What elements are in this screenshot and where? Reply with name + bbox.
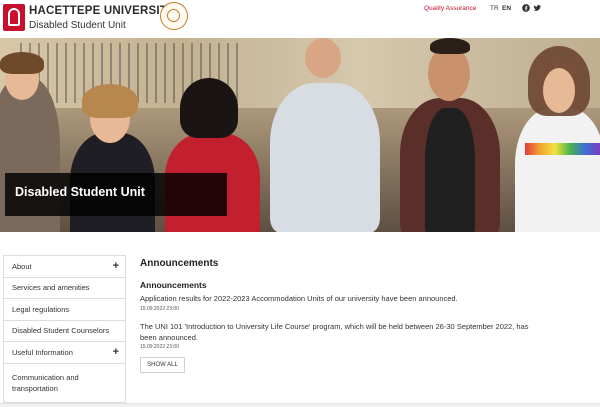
- unit-seal-logo: [160, 2, 188, 30]
- language-en-link[interactable]: EN: [502, 5, 511, 12]
- announcement-item[interactable]: Application results for 2022-2023 Accomm…: [140, 294, 540, 312]
- announcement-date: 15.09.2022 23:00: [140, 305, 179, 312]
- sidebar-item-about[interactable]: About +: [4, 256, 125, 278]
- section-title: Announcements: [140, 258, 219, 269]
- announcement-text[interactable]: The UNI 101 'Introduction to University …: [140, 322, 540, 343]
- hero-banner: Disabled Student Unit: [0, 38, 600, 232]
- announcement-item[interactable]: The UNI 101 'Introduction to University …: [140, 322, 540, 350]
- sidebar-item-label: Communication and transportation: [12, 372, 79, 393]
- sidebar-item-label: Services and amenities: [12, 283, 90, 293]
- facebook-icon[interactable]: [522, 4, 530, 12]
- sidebar-item-label: Disabled Student Counselors: [12, 326, 110, 336]
- footer-divider: [0, 403, 600, 407]
- sidebar-item-useful-info[interactable]: Useful Information +: [4, 342, 125, 364]
- announcements-subtitle[interactable]: Announcements: [140, 280, 207, 290]
- expand-icon[interactable]: +: [113, 346, 119, 358]
- sidebar-item-label: About: [12, 261, 32, 271]
- twitter-icon[interactable]: [533, 4, 541, 12]
- sidebar-item-label: Legal regulations: [12, 304, 70, 314]
- sidebar-nav: About + Services and amenities Legal reg…: [3, 255, 126, 403]
- sidebar-item-communication[interactable]: Communication and transportation: [4, 364, 125, 402]
- university-name[interactable]: HACETTEPE UNIVERSITY: [29, 5, 175, 17]
- hero-title: Disabled Student Unit: [15, 185, 145, 199]
- language-tr-link[interactable]: TR: [490, 5, 499, 12]
- unit-name[interactable]: Disabled Student Unit: [29, 20, 126, 31]
- site-header: HACETTEPE UNIVERSITY Disabled Student Un…: [0, 0, 600, 38]
- show-all-button[interactable]: SHOW ALL: [140, 357, 185, 373]
- sidebar-item-legal[interactable]: Legal regulations: [4, 299, 125, 321]
- sidebar-item-services[interactable]: Services and amenities: [4, 278, 125, 299]
- sidebar-item-counselors[interactable]: Disabled Student Counselors: [4, 321, 125, 342]
- announcement-date: 15.09.2022 23:00: [140, 344, 179, 350]
- announcement-text[interactable]: Application results for 2022-2023 Accomm…: [140, 294, 540, 305]
- sidebar-item-label: Useful Information: [12, 347, 73, 357]
- quality-assurance-link[interactable]: Quality Assurance: [424, 5, 476, 12]
- expand-icon[interactable]: +: [113, 260, 119, 272]
- university-logo[interactable]: [3, 4, 25, 31]
